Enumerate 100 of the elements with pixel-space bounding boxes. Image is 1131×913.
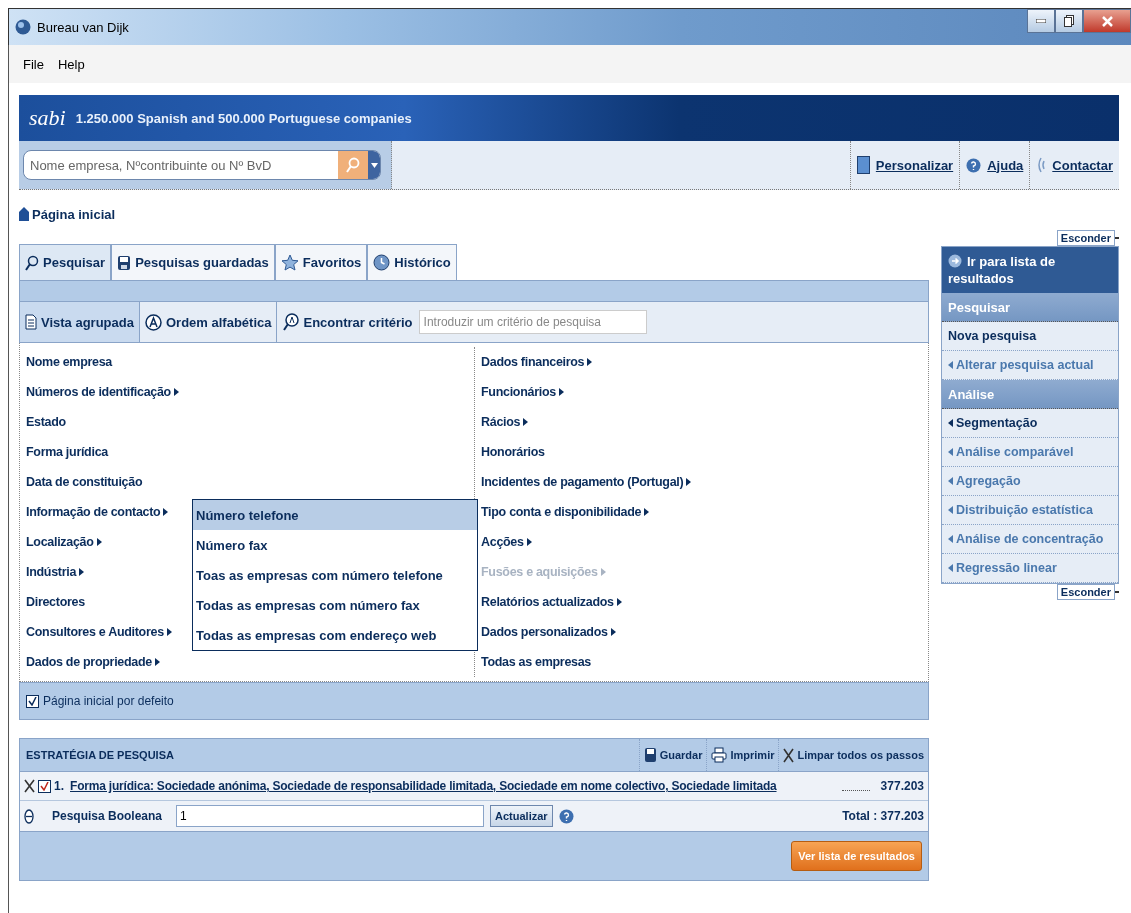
- header-link[interactable]: Contactar: [1052, 157, 1113, 173]
- arrow-icon: [558, 388, 564, 396]
- criterion-item[interactable]: Dados personalizados: [481, 625, 616, 639]
- criterion-item[interactable]: Funcionários: [481, 385, 564, 399]
- tab[interactable]: Pesquisas guardadas: [111, 244, 275, 280]
- search-field[interactable]: Nome empresa, Nºcontribuinte ou Nº BvD: [23, 150, 381, 180]
- submenu-item[interactable]: Número fax: [193, 530, 477, 560]
- sidebar-item[interactable]: Nova pesquisa: [942, 322, 1118, 351]
- caret-icon: [370, 162, 378, 168]
- minimize-button[interactable]: [1027, 9, 1055, 33]
- sidebar-item[interactable]: Análise comparável: [942, 438, 1118, 467]
- criterion-item[interactable]: Dados de propriedade: [26, 655, 160, 669]
- criterion-item[interactable]: Estado: [26, 415, 66, 429]
- criterion-item[interactable]: Directores: [26, 595, 85, 609]
- hide-link[interactable]: Esconder: [1056, 230, 1115, 246]
- sidebar-item[interactable]: Regressão linear: [942, 554, 1118, 583]
- tab[interactable]: Favoritos: [274, 244, 368, 280]
- arrow-icon: [587, 358, 593, 366]
- header-link[interactable]: Ajuda: [987, 157, 1024, 173]
- criterion-item[interactable]: Honorários: [481, 445, 545, 459]
- checkbox[interactable]: [38, 779, 51, 793]
- submenu-item[interactable]: Todas as empresas com endereço web: [193, 620, 477, 650]
- search-person-icon: [283, 313, 300, 331]
- criterion-item[interactable]: Indústria: [26, 565, 85, 579]
- criterion-item[interactable]: Tipo conta e disponibilidade: [481, 505, 650, 519]
- criterion-item[interactable]: Forma jurídica: [26, 445, 108, 459]
- breadcrumb[interactable]: Página inicial: [32, 206, 116, 222]
- window-title: Bureau van Dijk: [37, 19, 129, 35]
- arrow-icon: [948, 419, 953, 427]
- arrow-icon: [79, 568, 85, 576]
- tagline: 1.250.000 Spanish and 500.000 Portuguese companies: [75, 110, 412, 126]
- minimize-icon: [1036, 19, 1046, 23]
- minus-icon: [1115, 237, 1119, 239]
- criterion-item[interactable]: Localização: [26, 535, 102, 549]
- submenu-item[interactable]: Toas as empresas com número telefone: [193, 560, 477, 590]
- toolbar-button[interactable]: Guardar: [638, 739, 707, 771]
- close-icon: [783, 747, 795, 763]
- find-label: Encontrar critério: [303, 314, 413, 330]
- toolbar-button[interactable]: Limpar todos os passos: [778, 739, 928, 771]
- arrow-icon: [600, 568, 606, 576]
- criterion-item[interactable]: Nome empresa: [26, 355, 113, 369]
- sidebar-item[interactable]: Análise de concentração: [942, 525, 1118, 554]
- view-tab[interactable]: Vista agrupada: [20, 302, 140, 342]
- sidebar-item[interactable]: Agregação: [942, 467, 1118, 496]
- sidebar-item[interactable]: Segmentação: [942, 409, 1118, 438]
- help-icon[interactable]: [558, 808, 574, 824]
- home-icon: [19, 207, 29, 221]
- arrow-icon: [644, 508, 650, 516]
- arrow-icon: [610, 628, 616, 636]
- arrow-icon: [523, 418, 529, 426]
- minus-icon: [1115, 591, 1119, 593]
- tab[interactable]: Pesquisar: [19, 244, 112, 280]
- app-icon: [15, 19, 31, 35]
- arrow-icon: [948, 564, 953, 572]
- criterion-item[interactable]: Consultores e Auditores: [26, 625, 172, 639]
- panel-icon: [856, 156, 870, 174]
- step-link[interactable]: Forma jurídica: Sociedade anónima, Sociedade de responsabilidade limitada, Sociedade em nome colectivo, Sociedade limitada: [70, 779, 777, 793]
- section-heading: Pesquisar: [942, 293, 1118, 322]
- submenu-item[interactable]: Número telefone: [193, 500, 477, 530]
- step-number: 1.: [54, 779, 64, 793]
- collapse-icon[interactable]: [24, 808, 34, 824]
- criterion-item[interactable]: Rácios: [481, 415, 529, 429]
- criterion-item[interactable]: Todas as empresas: [481, 655, 591, 669]
- close-button[interactable]: [1083, 9, 1131, 33]
- close-icon: [1101, 15, 1113, 27]
- dropdown-button[interactable]: [368, 151, 380, 179]
- header-link[interactable]: Personalizar: [875, 157, 954, 173]
- criterion-item[interactable]: Dados financeiros: [481, 355, 593, 369]
- criterion-item[interactable]: Informação de contacto: [26, 505, 169, 519]
- view-tab[interactable]: Ordem alfabética: [139, 302, 278, 342]
- update-button[interactable]: Actualizar: [490, 805, 553, 827]
- help-icon: [966, 157, 982, 173]
- criterion-item[interactable]: Data de constituição: [26, 475, 143, 489]
- total-count: Total : 377.203: [842, 809, 924, 823]
- find-field[interactable]: Introduzir um critério de pesquisa: [418, 310, 647, 334]
- remove-icon[interactable]: [24, 779, 35, 793]
- logo: sabi: [29, 105, 66, 131]
- menu-item[interactable]: File: [23, 56, 44, 72]
- submenu-item[interactable]: Todas as empresas com número fax: [193, 590, 477, 620]
- criterion-item[interactable]: Números de identificação: [26, 385, 179, 399]
- arrow-icon: [155, 658, 160, 666]
- results-link[interactable]: Ir para lista de resultados: [942, 247, 1118, 293]
- criterion-item[interactable]: Acções: [481, 535, 532, 549]
- tab[interactable]: Histórico: [367, 244, 457, 280]
- criterion-item[interactable]: Relatórios actualizados: [481, 595, 622, 609]
- checkbox[interactable]: [26, 694, 39, 708]
- printer-icon: [711, 747, 728, 763]
- sidebar-item[interactable]: Distribuição estatística: [942, 496, 1118, 525]
- maximize-button[interactable]: [1055, 9, 1083, 33]
- step-count: 377.203: [880, 779, 924, 793]
- toolbar-button[interactable]: Imprimir: [706, 739, 779, 771]
- arrow-icon: [948, 477, 953, 485]
- menu-item[interactable]: Help: [57, 56, 85, 72]
- boolean-field[interactable]: 1: [176, 805, 485, 827]
- signal-waves-icon: [1036, 156, 1047, 174]
- search-icon: [25, 254, 39, 271]
- criterion-item[interactable]: Incidentes de pagamento (Portugal): [481, 475, 692, 489]
- hide-link[interactable]: Esconder: [1056, 584, 1115, 600]
- circled-letter-icon: [144, 313, 162, 331]
- star-icon: [280, 254, 299, 271]
